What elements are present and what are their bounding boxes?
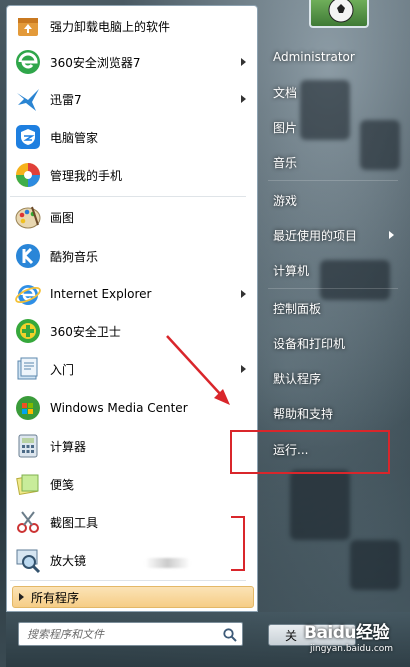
getting-started-icon [12,353,44,385]
right-item-label: 控制面板 [273,301,322,316]
submenu-arrow-icon [241,290,246,298]
right-item-music[interactable]: 音乐 [266,147,400,177]
360-browser-icon [12,46,44,78]
kugou-k-icon [12,240,44,272]
watermark-url: jingyan.baidu.com [310,644,394,654]
program-label: 酷狗音乐 [50,249,99,264]
program-item-kugou[interactable]: 酷狗音乐 [10,238,254,274]
right-item-documents[interactable]: 文档 [266,77,400,107]
right-item-administrator[interactable]: Administrator [266,42,400,72]
program-label: 电脑管家 [50,130,99,145]
user-account-picture[interactable] [309,0,369,28]
media-center-icon [12,392,44,424]
search-icon[interactable] [222,627,238,643]
right-item-recent-items[interactable]: 最近使用的项目 [266,220,400,250]
calculator-icon [12,430,44,462]
right-item-control-panel[interactable]: 控制面板 [266,293,400,323]
watermark: Baidu经验 jingyan.baidu.com [300,614,410,667]
submenu-arrow-icon [389,231,394,239]
right-item-label: 文档 [273,85,298,100]
360-guard-icon [12,315,44,347]
program-label: Internet Explorer [50,287,152,301]
program-item-getting-started[interactable]: 入门 [10,351,254,387]
program-label: 强力卸载电脑上的软件 [50,19,171,34]
paint-palette-icon [12,201,44,233]
program-label: 入门 [50,362,75,377]
right-item-help-support[interactable]: 帮助和支持 [266,398,400,428]
magnifier-icon [12,544,44,576]
program-label: 放大镜 [50,553,87,568]
uninstall-box-icon [12,10,44,42]
program-item-paint[interactable]: 画图 [10,199,254,235]
all-programs-button[interactable]: 所有程序 [12,586,254,608]
program-label: 便笺 [50,477,75,492]
search-field[interactable] [18,622,243,646]
program-label: 管理我的手机 [50,168,123,183]
annotation-bracket [231,516,245,571]
snipping-tool-icon [12,506,44,538]
pc-manager-shield-icon [12,121,44,153]
submenu-arrow-icon [241,58,246,66]
right-item-devices-printers[interactable]: 设备和打印机 [266,328,400,358]
right-item-default-programs[interactable]: 默认程序 [266,363,400,393]
blurred-text [145,558,190,568]
program-item-calculator[interactable]: 计算器 [10,428,254,464]
phone-manager-icon [12,159,44,191]
program-item-internet-explorer[interactable]: Internet Explorer [10,276,254,312]
right-item-computer[interactable]: 计算机 [266,255,400,285]
submenu-arrow-icon [241,95,246,103]
expand-arrow-icon [19,593,24,601]
right-pane-separator [268,288,398,289]
search-input[interactable] [19,623,242,645]
program-label: 迅雷7 [50,92,82,107]
soccer-ball-icon [328,0,354,23]
sticky-notes-icon [12,468,44,500]
shutdown-label: 关 [285,628,298,643]
program-label: 360安全浏览器7 [50,55,141,70]
program-label: 截图工具 [50,515,99,530]
right-item-label: 默认程序 [273,371,322,386]
right-item-pictures[interactable]: 图片 [266,112,400,142]
right-item-label: 帮助和支持 [273,406,334,421]
right-item-games[interactable]: 游戏 [266,185,400,215]
all-programs-separator [10,580,246,581]
program-label: Windows Media Center [50,401,188,415]
program-item-snipping-tool[interactable]: 截图工具 [10,504,254,540]
internet-explorer-icon [12,278,44,310]
watermark-main: Baidu经验 [304,623,390,643]
program-item-media-center[interactable]: Windows Media Center [10,390,254,426]
program-item-uninstaller[interactable]: 强力卸载电脑上的软件 [10,8,254,44]
program-list-separator [10,196,246,197]
thunder-bird-icon [12,83,44,115]
program-item-thunder[interactable]: 迅雷7 [10,81,254,117]
program-item-360-browser[interactable]: 360安全浏览器7 [10,44,254,80]
right-item-label: 最近使用的项目 [273,228,358,243]
program-label: 360安全卫士 [50,324,121,339]
right-item-label: Administrator [273,50,355,64]
right-item-label: 计算机 [273,263,310,278]
right-pane-separator [268,180,398,181]
program-item-360-guard[interactable]: 360安全卫士 [10,313,254,349]
program-item-magnifier[interactable]: 放大镜 [10,542,254,578]
program-item-pc-manager[interactable]: 电脑管家 [10,119,254,155]
right-item-label: 设备和打印机 [273,336,346,351]
submenu-arrow-icon [241,365,246,373]
right-item-label: 音乐 [273,155,298,170]
program-label: 画图 [50,210,75,225]
right-item-label: 图片 [273,120,298,135]
program-label: 计算器 [50,439,87,454]
all-programs-label: 所有程序 [31,590,80,605]
program-item-phone-manager[interactable]: 管理我的手机 [10,157,254,193]
program-item-sticky-notes[interactable]: 便笺 [10,466,254,502]
right-item-label: 游戏 [273,193,298,208]
annotation-highlight-box [230,430,390,474]
